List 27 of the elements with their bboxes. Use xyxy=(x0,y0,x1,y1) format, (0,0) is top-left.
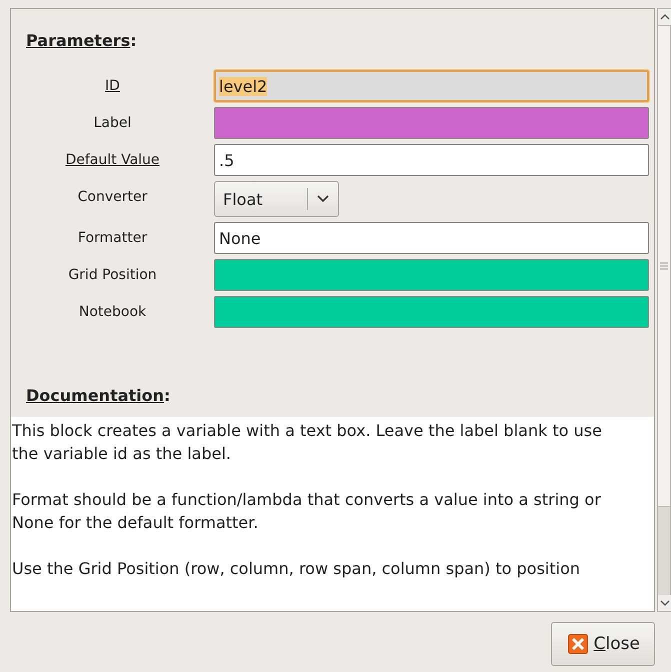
field-label: Notebook xyxy=(78,304,146,320)
chevron-down-icon xyxy=(316,194,330,204)
close-button[interactable]: Close xyxy=(550,622,655,666)
grip-icon xyxy=(660,262,668,270)
documentation-heading: Documentation: xyxy=(26,386,170,405)
field-label: Default Value xyxy=(65,152,160,168)
input-field[interactable]: level2 xyxy=(214,70,649,102)
documentation-paragraph: Format should be a function/lambda that converts a value into a string or None for the default formatter. xyxy=(12,489,602,534)
field-label: Converter xyxy=(78,189,148,205)
documentation-paragraph: Use the Grid Position (row, column, row span, column span) to position xyxy=(12,558,582,580)
field-label: Formatter xyxy=(78,230,148,246)
input-field[interactable] xyxy=(214,107,649,139)
scroll-down-icon[interactable] xyxy=(658,595,671,611)
scroll-up-icon[interactable] xyxy=(658,9,671,25)
input-field[interactable] xyxy=(214,259,649,291)
input-field[interactable] xyxy=(214,296,649,328)
converter-dropdown[interactable]: Float xyxy=(214,181,339,217)
documentation-paragraph: This block creates a variable with a text box. Leave the label blank to use the variable id as the label. xyxy=(12,420,603,465)
field-label: ID xyxy=(105,78,120,94)
scrollbar[interactable] xyxy=(657,8,671,612)
input-field[interactable]: .5 xyxy=(214,144,649,176)
scrollbar-thumb[interactable] xyxy=(658,25,670,507)
field-label: Label xyxy=(94,115,132,131)
input-field[interactable]: None xyxy=(214,222,649,254)
field-label: Grid Position xyxy=(68,267,157,283)
close-icon xyxy=(568,634,588,654)
parameters-heading: Parameters: xyxy=(26,31,137,50)
